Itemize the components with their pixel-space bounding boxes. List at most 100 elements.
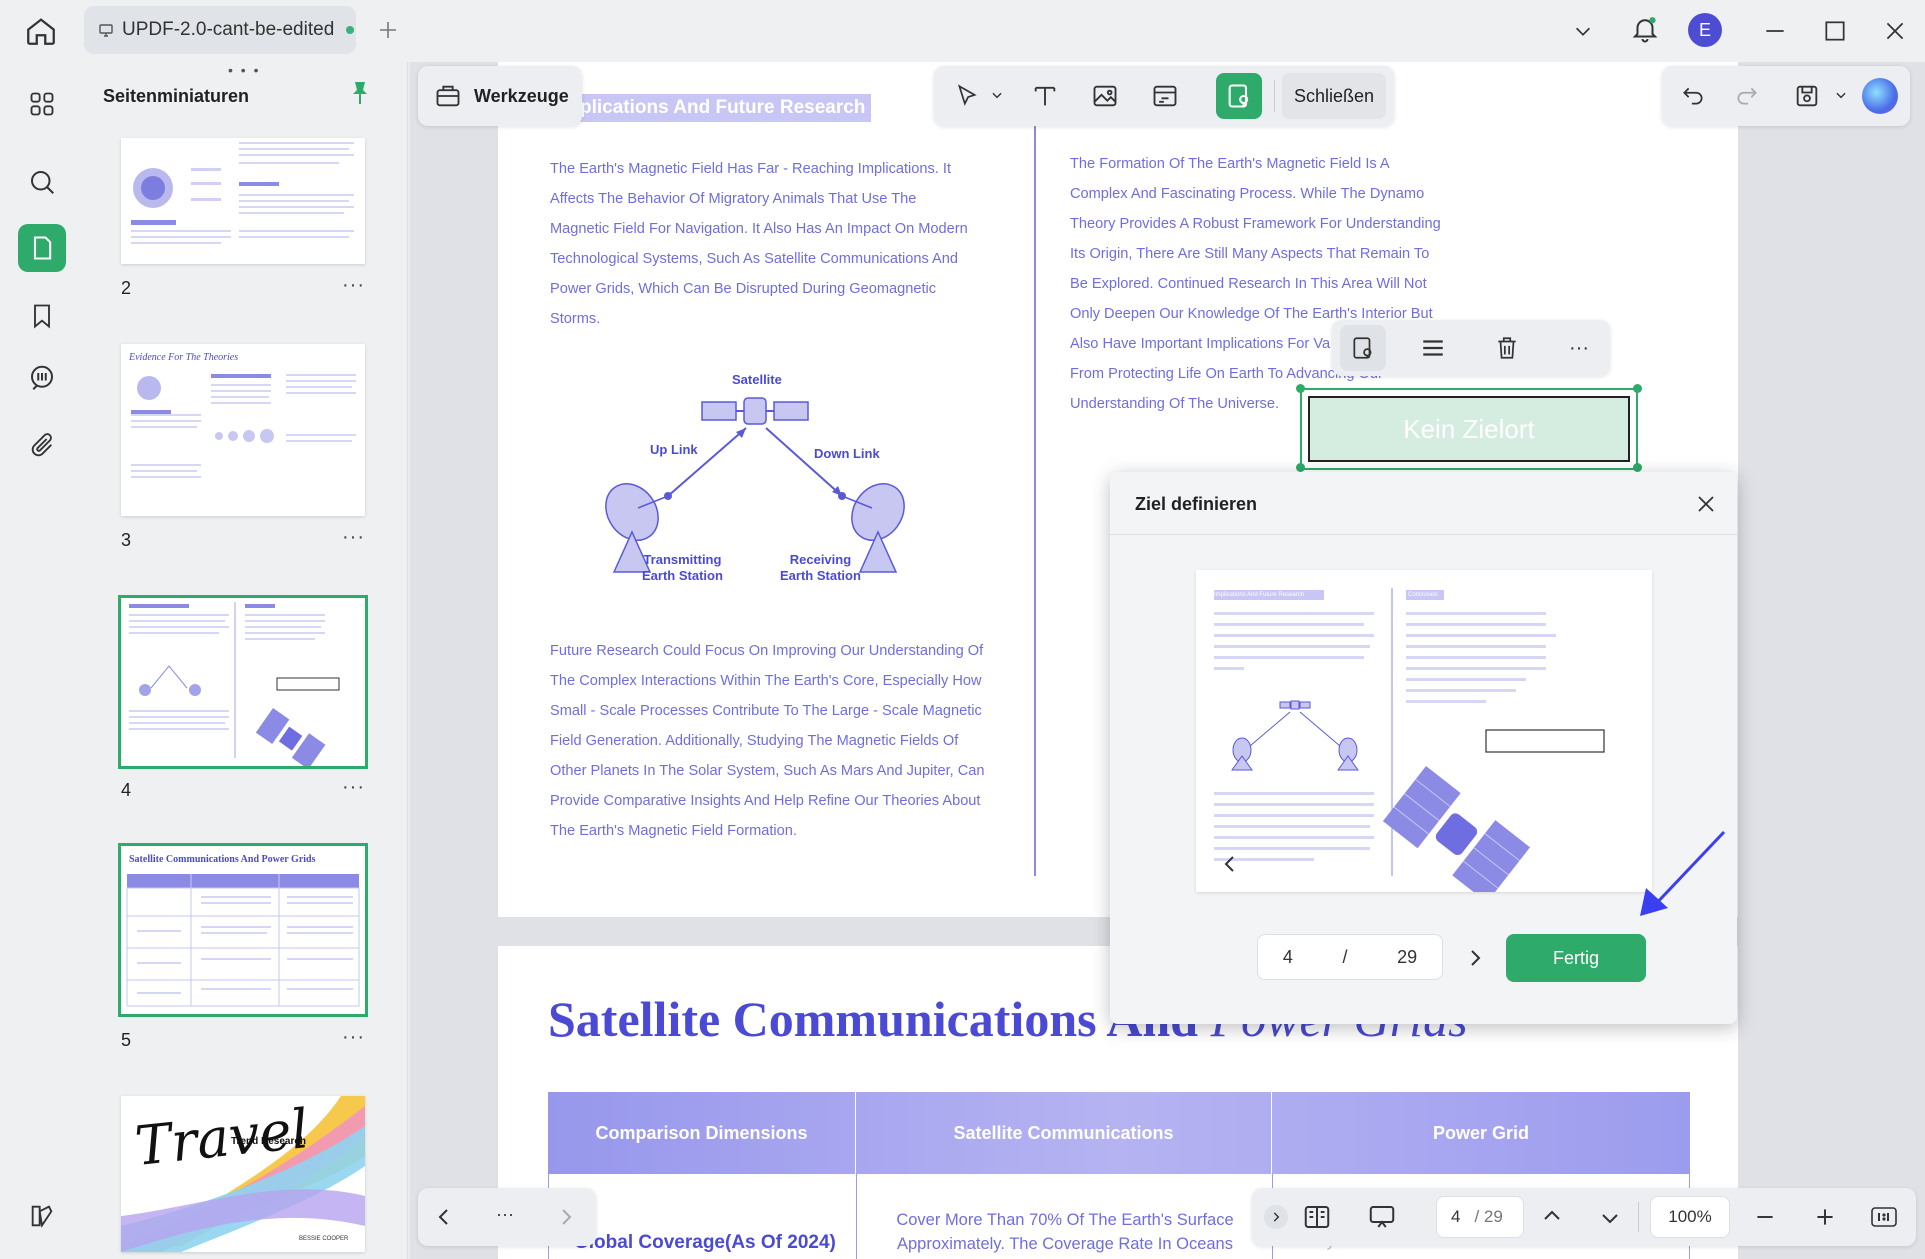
dialog-page-input[interactable]: 4 / 29 bbox=[1257, 934, 1443, 980]
dialog-page-current[interactable]: 4 bbox=[1283, 947, 1293, 968]
resize-handle[interactable] bbox=[1296, 463, 1305, 472]
minimize-icon[interactable] bbox=[1762, 18, 1788, 44]
diagram-label-line: Earth Station bbox=[780, 568, 861, 583]
apps-icon[interactable] bbox=[18, 80, 66, 128]
future-paragraph: Future Research Could Focus On Improving… bbox=[550, 636, 1010, 846]
text-line: Small - Scale Processes Contribute To Th… bbox=[550, 703, 982, 719]
thumbnail-title: Evidence For The Theories bbox=[129, 352, 239, 363]
attachment-icon[interactable] bbox=[18, 422, 66, 470]
select-cursor-icon[interactable] bbox=[944, 73, 990, 119]
satellite-diagram: Satellite Up Link Down Link Transmitting… bbox=[580, 362, 930, 592]
thumbnail-page-4[interactable] bbox=[118, 595, 368, 769]
text-line: Its Origin, There Are Still Many Aspects… bbox=[1070, 246, 1430, 262]
resize-handle[interactable] bbox=[1633, 463, 1642, 472]
next-page-icon[interactable] bbox=[1598, 1206, 1622, 1230]
dialog-divider bbox=[1110, 534, 1737, 535]
layers-icon[interactable] bbox=[18, 1192, 66, 1240]
panel-title: Seitenminiaturen bbox=[103, 86, 250, 106]
bookmark-icon[interactable] bbox=[18, 292, 66, 340]
dialog-page-separator: / bbox=[1342, 946, 1348, 967]
link-box[interactable]: Kein Zielort bbox=[1308, 396, 1630, 462]
thumbnail-page-3[interactable]: Evidence For The Theories bbox=[121, 344, 365, 516]
text-line: Provide Comparative Insights And Help Re… bbox=[550, 793, 981, 809]
text-line: Theory Provides A Robust Framework For U… bbox=[1070, 216, 1441, 232]
close-icon[interactable] bbox=[1694, 492, 1718, 516]
chevron-down-icon[interactable] bbox=[990, 88, 1004, 102]
thumbnail-more-icon[interactable]: ··· bbox=[342, 274, 365, 297]
preview-heading-left: Implications And Future Research bbox=[1214, 592, 1305, 598]
thumbnail-page-6[interactable]: Travel Trend Research BESSIE COOPER bbox=[121, 1096, 365, 1252]
link-destination-tool-icon[interactable] bbox=[1216, 73, 1262, 119]
right-paragraph: The Formation Of The Earth's Magnetic Fi… bbox=[1070, 149, 1470, 419]
table-divider bbox=[856, 1174, 857, 1259]
forward-icon[interactable] bbox=[554, 1205, 578, 1229]
diagram-label-line: Receiving bbox=[789, 552, 852, 567]
home-icon[interactable] bbox=[24, 14, 58, 48]
toolbar-divider bbox=[1274, 80, 1275, 112]
page-number-input[interactable]: 4 / 29 bbox=[1436, 1196, 1524, 1238]
image-tool-icon[interactable] bbox=[1082, 73, 1128, 119]
search-icon[interactable] bbox=[18, 158, 66, 206]
tools-button[interactable]: Werkzeuge bbox=[418, 66, 582, 126]
previous-page-icon[interactable] bbox=[1218, 852, 1242, 876]
presentation-icon[interactable] bbox=[1366, 1202, 1398, 1232]
diagram-label-satellite: Satellite bbox=[732, 372, 782, 387]
maximize-icon[interactable] bbox=[1822, 18, 1848, 44]
document-tab[interactable]: UPDF-2.0-cant-be-edited bbox=[84, 6, 356, 54]
chevron-down-icon[interactable] bbox=[1834, 88, 1848, 102]
redo-icon[interactable] bbox=[1724, 73, 1770, 119]
left-paragraph: The Earth's Magnetic Field Has Far - Rea… bbox=[550, 154, 1010, 334]
chevron-down-icon[interactable] bbox=[1572, 20, 1594, 42]
current-page[interactable]: 4 bbox=[1451, 1207, 1460, 1227]
new-tab-icon[interactable] bbox=[376, 18, 400, 42]
close-window-icon[interactable] bbox=[1882, 18, 1908, 44]
table-cell: Cover More Than 70% Of The Earth's Surfa… bbox=[870, 1208, 1260, 1256]
diagram-label-uplink: Up Link bbox=[650, 442, 698, 457]
undo-icon[interactable] bbox=[1670, 73, 1716, 119]
back-icon[interactable] bbox=[432, 1205, 456, 1229]
thumbnail-page-2[interactable] bbox=[121, 138, 365, 264]
next-page-icon[interactable] bbox=[1463, 946, 1487, 970]
diagram-label-line: Transmitting bbox=[643, 552, 722, 567]
resize-handle[interactable] bbox=[1296, 384, 1305, 393]
previous-page-icon[interactable] bbox=[1540, 1204, 1564, 1228]
zoom-in-icon[interactable] bbox=[1812, 1204, 1838, 1230]
text-line: Power Grids, Which Can Be Disrupted Duri… bbox=[550, 281, 937, 297]
document-tab-title: UPDF-2.0-cant-be-edited bbox=[122, 19, 335, 40]
action-toolbar bbox=[1662, 66, 1910, 126]
text-tool-icon[interactable] bbox=[1022, 73, 1068, 119]
table-header-cell: Satellite Communications bbox=[856, 1092, 1272, 1174]
link-tool-icon[interactable] bbox=[1142, 73, 1188, 119]
thumbnail-more-icon[interactable]: ··· bbox=[342, 526, 365, 549]
notification-bell-icon[interactable] bbox=[1630, 14, 1660, 44]
user-avatar[interactable]: E bbox=[1688, 13, 1722, 47]
comments-icon[interactable] bbox=[18, 354, 66, 402]
thumbnail-more-icon[interactable]: ··· bbox=[342, 776, 365, 799]
confirm-button[interactable]: Fertig bbox=[1506, 934, 1646, 982]
thumbnail-more-icon[interactable]: ··· bbox=[342, 1026, 365, 1049]
thumbnails-icon[interactable] bbox=[18, 224, 66, 272]
link-destination-icon[interactable] bbox=[1340, 325, 1386, 371]
delete-icon[interactable] bbox=[1484, 325, 1530, 371]
more-icon[interactable]: ··· bbox=[496, 1204, 514, 1225]
zoom-out-icon[interactable] bbox=[1752, 1204, 1778, 1230]
actual-size-icon[interactable] bbox=[1870, 1204, 1898, 1230]
dialog-title: Ziel definieren bbox=[1135, 494, 1258, 514]
thumbnail-page-5[interactable]: Satellite Communications And Power Grids bbox=[118, 843, 368, 1017]
page-preview[interactable]: Implications And Future Research Conclus… bbox=[1196, 570, 1652, 892]
save-icon[interactable] bbox=[1784, 73, 1830, 119]
table-header: Comparison Dimensions Satellite Communic… bbox=[548, 1092, 1690, 1174]
panel-drag-handle[interactable]: • • • bbox=[228, 62, 260, 78]
page-layout-icon[interactable] bbox=[1302, 1202, 1332, 1232]
more-options-icon[interactable]: ··· bbox=[1556, 325, 1602, 371]
pin-icon[interactable] bbox=[348, 80, 372, 108]
text-line: The Complex Interactions Within The Eart… bbox=[550, 673, 982, 689]
ai-assistant-icon[interactable] bbox=[1862, 78, 1898, 114]
link-style-icon[interactable] bbox=[1410, 325, 1456, 371]
expand-toolbar-icon[interactable] bbox=[1264, 1205, 1288, 1229]
close-editing-button[interactable]: Schließen bbox=[1282, 73, 1386, 119]
zoom-input[interactable]: 100% bbox=[1650, 1196, 1730, 1238]
resize-handle[interactable] bbox=[1633, 384, 1642, 393]
link-annotation-toolbar: ··· bbox=[1332, 320, 1610, 376]
toolbox-icon bbox=[434, 82, 462, 110]
